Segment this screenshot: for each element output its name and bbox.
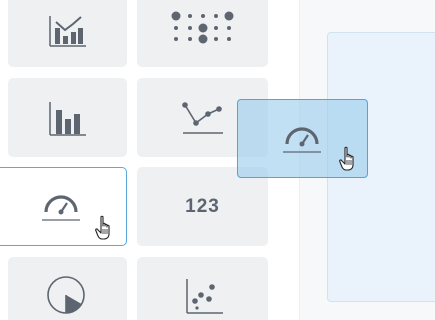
combo-chart-tile[interactable] xyxy=(8,0,127,67)
pie-chart-tile[interactable] xyxy=(8,257,127,320)
number-tile[interactable]: 123 xyxy=(137,167,268,246)
line-chart-icon xyxy=(181,101,223,134)
number-tile-label: 123 xyxy=(185,195,220,217)
dot-matrix-icon xyxy=(171,11,233,43)
pie-chart-icon xyxy=(46,275,85,314)
bar-chart-icon xyxy=(48,101,86,136)
scatter-chart-icon xyxy=(185,278,223,314)
gauge-icon xyxy=(41,194,80,221)
dot-matrix-tile[interactable] xyxy=(137,0,268,67)
hand-pointer-icon xyxy=(95,215,110,240)
chart-builder: 123 xyxy=(0,0,435,320)
hand-pointer-icon xyxy=(339,146,354,171)
scatter-chart-tile[interactable] xyxy=(137,257,268,320)
gauge-icon xyxy=(282,126,321,153)
combo-chart-icon xyxy=(48,15,86,47)
bar-chart-tile[interactable] xyxy=(8,78,127,157)
